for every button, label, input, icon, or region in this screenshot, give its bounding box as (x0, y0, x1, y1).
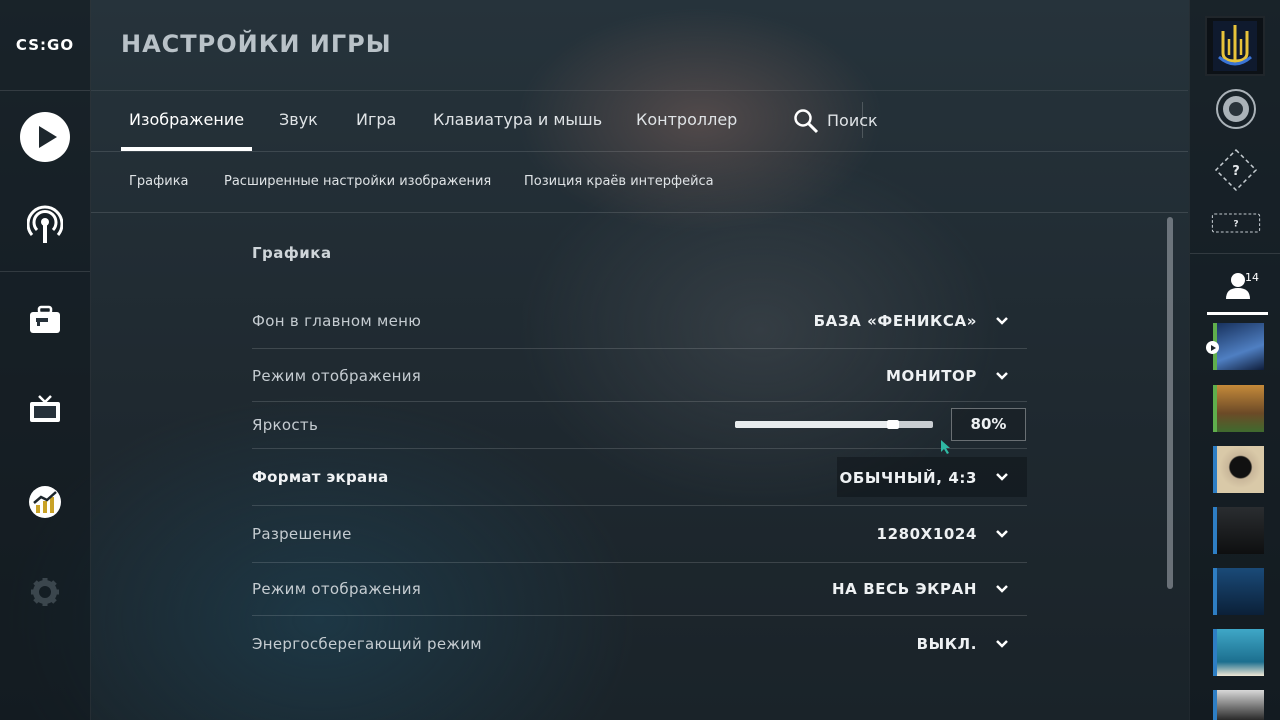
friend-avatar[interactable] (1213, 323, 1264, 370)
logo-text: CS:GO (15, 36, 75, 54)
setting-value: НА ВЕСЬ ЭКРАН (832, 580, 977, 598)
settings-tabs: Изображение Звук Игра Клавиатура и мышь … (91, 92, 1188, 151)
unknown-rank-2[interactable]: ? (1211, 208, 1261, 238)
subtab-hud-edge-position[interactable]: Позиция краёв интерфейса (524, 152, 714, 212)
setting-label: Режим отображения (252, 580, 422, 598)
settings-subtabs: Графика Расширенные настройки изображени… (91, 152, 1188, 212)
search-label: Поиск (827, 111, 878, 130)
brightness-slider[interactable] (735, 420, 933, 429)
setting-value: ОБЫЧНЫЙ, 4:3 (839, 469, 977, 487)
play-button[interactable] (19, 111, 71, 163)
page-title: НАСТРОЙКИ ИГРЫ (121, 30, 392, 58)
chevron-down-icon[interactable] (995, 470, 1009, 484)
friend-avatar[interactable] (1213, 446, 1264, 493)
rank-emblem-icon (1216, 89, 1256, 129)
chevron-down-icon[interactable] (995, 314, 1009, 328)
brightness-value-input[interactable]: 80% (951, 408, 1026, 441)
tab-controller[interactable]: Контроллер (628, 92, 745, 150)
setting-row-main-menu-bg[interactable]: Фон в главном меню БАЗА «ФЕНИКСА» (252, 296, 1027, 349)
brightness-slider-fill (735, 421, 893, 428)
settings-button[interactable] (19, 566, 71, 618)
setting-value: 1280X1024 (876, 525, 977, 543)
briefcase-icon (30, 305, 60, 333)
subtab-graphics[interactable]: Графика (129, 152, 189, 212)
chevron-down-icon[interactable] (995, 527, 1009, 541)
chevron-down-icon[interactable] (995, 582, 1009, 596)
unknown-rank-rectangle-icon: ? (1211, 213, 1261, 233)
setting-row-aspect-ratio[interactable]: Формат экрана ОБЫЧНЫЙ, 4:3 (252, 449, 1027, 506)
in-game-status-icon (1206, 341, 1219, 354)
setting-value: ВЫКЛ. (916, 635, 977, 653)
setting-row-power-saving[interactable]: Энергосберегающий режим ВЫКЛ. (252, 616, 1027, 672)
scrollbar[interactable] (1167, 217, 1173, 589)
setting-label: Энергосберегающий режим (252, 635, 482, 653)
trident-emblem-icon (1213, 21, 1257, 71)
broadcast-button[interactable] (19, 199, 71, 251)
setting-row-display-mode[interactable]: Режим отображения МОНИТОР (252, 349, 1027, 402)
setting-label: Разрешение (252, 525, 352, 543)
section-title: Графика (252, 244, 332, 262)
unknown-rank-diamond-icon: ? (1214, 148, 1258, 192)
csgo-logo[interactable]: CS:GO (0, 0, 90, 91)
svg-text:?: ? (1232, 164, 1240, 179)
setting-label: Яркость (252, 416, 319, 434)
svg-text:?: ? (1233, 219, 1238, 229)
friend-avatar[interactable] (1213, 507, 1264, 554)
friend-avatar[interactable] (1213, 568, 1264, 615)
chevron-down-icon[interactable] (995, 369, 1009, 383)
unknown-rank-1[interactable]: ? (1211, 148, 1261, 192)
search-icon (794, 109, 819, 134)
tab-image[interactable]: Изображение (121, 92, 253, 151)
friend-avatar[interactable] (1213, 385, 1264, 432)
setting-label: Фон в главном меню (252, 312, 422, 330)
player-avatar[interactable] (1205, 16, 1265, 76)
stats-chart-icon (29, 486, 61, 518)
search-button[interactable]: Поиск (785, 92, 886, 150)
friend-avatar[interactable] (1213, 690, 1264, 720)
setting-row-window-mode[interactable]: Режим отображения НА ВЕСЬ ЭКРАН (252, 563, 1027, 616)
setting-row-brightness: Яркость 80% (252, 402, 1027, 449)
inventory-button[interactable] (19, 294, 71, 346)
rank-emblem[interactable] (1211, 88, 1261, 130)
tab-keyboard-mouse[interactable]: Клавиатура и мышь (425, 92, 610, 150)
tab-sound[interactable]: Звук (271, 92, 326, 150)
gear-icon (31, 578, 59, 606)
antenna-icon (27, 205, 63, 243)
left-sidebar: CS:GO (0, 0, 91, 720)
setting-value: БАЗА «ФЕНИКСА» (813, 312, 977, 330)
stats-button[interactable] (19, 476, 71, 528)
mouse-cursor-icon (941, 440, 950, 454)
setting-label: Режим отображения (252, 367, 422, 385)
setting-value: МОНИТОР (886, 367, 977, 385)
setting-row-resolution[interactable]: Разрешение 1280X1024 (252, 506, 1027, 563)
right-sidebar: ? ? 14 (1189, 0, 1280, 720)
tab-game[interactable]: Игра (348, 92, 404, 150)
brightness-slider-handle[interactable] (887, 420, 899, 429)
friend-avatar[interactable] (1213, 629, 1264, 676)
friends-count: 14 (1245, 271, 1259, 284)
setting-label: Формат экрана (252, 468, 389, 486)
subtab-advanced-video[interactable]: Расширенные настройки изображения (224, 152, 491, 212)
play-icon (20, 112, 70, 162)
watch-button[interactable] (19, 384, 71, 436)
chevron-down-icon[interactable] (995, 637, 1009, 651)
tv-icon (30, 395, 60, 422)
